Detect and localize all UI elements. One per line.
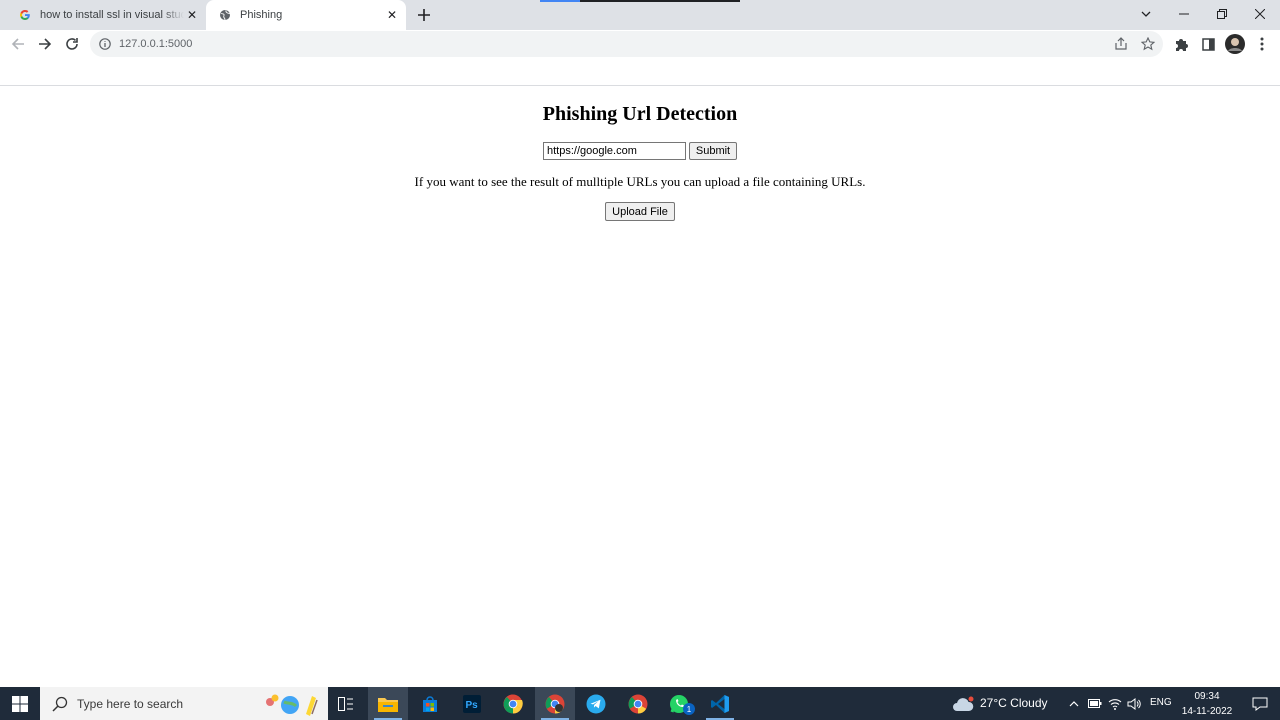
- tab-search-chevron-icon[interactable]: [1134, 0, 1158, 28]
- close-tab-icon[interactable]: ✕: [184, 7, 200, 23]
- close-window-icon[interactable]: [1246, 0, 1274, 28]
- battery-icon[interactable]: [1085, 687, 1105, 720]
- extensions-puzzle-icon[interactable]: [1171, 34, 1191, 54]
- windows-taskbar: Type here to search Ps 1 27°C Cloudy ENG…: [0, 687, 1280, 720]
- submit-button[interactable]: Submit: [689, 142, 737, 160]
- search-highlight-doodle-icon: [266, 694, 318, 716]
- language-indicator[interactable]: ENG: [1150, 697, 1172, 708]
- clock[interactable]: 09:34 14-11-2022: [1178, 689, 1236, 719]
- back-arrow-icon[interactable]: [8, 34, 28, 54]
- bookmark-star-icon[interactable]: [1141, 37, 1155, 51]
- chrome-icon[interactable]: [493, 687, 533, 720]
- whatsapp-icon[interactable]: 1: [659, 687, 699, 720]
- new-tab-button[interactable]: [414, 5, 434, 25]
- forward-arrow-icon[interactable]: [35, 34, 55, 54]
- telegram-icon[interactable]: [576, 687, 616, 720]
- page-content: Phishing Url Detection Submit If you wan…: [0, 86, 1280, 687]
- time: 09:34: [1194, 691, 1220, 702]
- globe-icon: [218, 8, 232, 22]
- notification-badge: 1: [683, 703, 695, 715]
- menu-kebab-icon[interactable]: [1252, 34, 1272, 54]
- date: 14-11-2022: [1181, 706, 1233, 717]
- address-text: 127.0.0.1:5000: [119, 38, 193, 50]
- svg-text:Ps: Ps: [466, 700, 479, 711]
- chrome-icon[interactable]: [535, 687, 575, 720]
- microsoft-store-icon[interactable]: [410, 687, 450, 720]
- upload-file-button[interactable]: Upload File: [605, 202, 675, 221]
- loading-indicator: [540, 0, 740, 2]
- side-panel-icon[interactable]: [1198, 34, 1218, 54]
- wifi-icon[interactable]: [1105, 687, 1125, 720]
- chevron-up-icon[interactable]: [1064, 687, 1084, 720]
- chrome-icon[interactable]: [618, 687, 658, 720]
- reload-icon[interactable]: [62, 34, 82, 54]
- google-g-icon: [18, 8, 32, 22]
- upload-instructions: If you want to see the result of mulltip…: [414, 174, 866, 189]
- windows-start-icon[interactable]: [0, 687, 40, 720]
- address-bar[interactable]: 127.0.0.1:5000: [90, 31, 1163, 57]
- share-icon[interactable]: [1114, 37, 1128, 51]
- vscode-icon[interactable]: [700, 687, 740, 720]
- restore-icon[interactable]: [1208, 0, 1236, 28]
- weather-cloud-icon[interactable]: [948, 687, 978, 720]
- site-info-icon[interactable]: [99, 38, 111, 50]
- browser-toolbar: 127.0.0.1:5000: [0, 30, 1280, 58]
- profile-avatar[interactable]: [1225, 34, 1245, 54]
- file-explorer-icon[interactable]: [368, 687, 408, 720]
- photoshop-icon[interactable]: Ps: [452, 687, 492, 720]
- taskbar-search[interactable]: Type here to search: [40, 687, 328, 720]
- tab-strip: how to install ssl in visual studio code…: [0, 0, 1280, 30]
- notification-center-icon[interactable]: [1240, 687, 1280, 720]
- minimize-icon[interactable]: [1170, 0, 1198, 28]
- tab-title: Phishing: [240, 9, 283, 21]
- url-input[interactable]: [543, 142, 686, 160]
- weather-text[interactable]: 27°C Cloudy: [980, 696, 1048, 710]
- task-view-icon[interactable]: [326, 687, 366, 720]
- tab-title: how to install ssl in visual studio code…: [40, 9, 184, 21]
- tab-google-search[interactable]: how to install ssl in visual studio code…: [6, 0, 206, 30]
- page-title: Phishing Url Detection: [542, 103, 738, 125]
- url-form: Submit: [543, 142, 737, 160]
- search-icon: [52, 696, 68, 712]
- speaker-icon[interactable]: [1124, 687, 1144, 720]
- close-tab-icon[interactable]: ✕: [384, 7, 400, 23]
- search-placeholder: Type here to search: [77, 696, 184, 711]
- tab-phishing[interactable]: Phishing ✕: [206, 0, 406, 30]
